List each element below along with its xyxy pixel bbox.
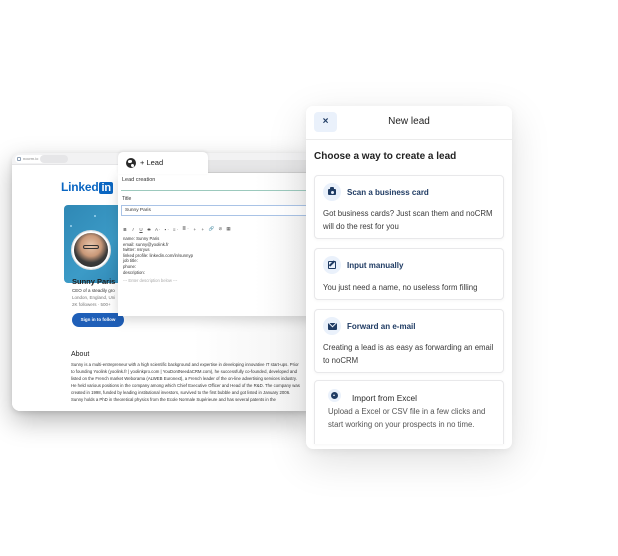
option-forward-email[interactable]: Forward an e-mail Creating a lead is as … — [314, 309, 504, 373]
indent-button[interactable]: + — [193, 227, 197, 232]
cover-dot — [94, 215, 96, 217]
description-placeholder: --- Enter description below --- — [123, 278, 178, 283]
option-icon-bg — [328, 389, 341, 402]
text-color-button[interactable]: A · — [155, 227, 161, 232]
underline-button[interactable]: U — [139, 227, 143, 232]
option-description: Upload a Excel or CSV file in a few clic… — [328, 407, 486, 429]
lead-creation-panel: Lead creation Title Sunny Paris B I U S … — [118, 173, 314, 316]
extension-tab-lead[interactable]: + Lead — [118, 152, 208, 174]
option-import-excel[interactable]: Import from Excel Upload a Excel or CSV … — [314, 380, 504, 444]
modal-subtitle: Choose a way to create a lead — [314, 151, 457, 162]
new-lead-modal: × New lead Choose a way to create a lead… — [306, 106, 512, 449]
cover-dot — [70, 225, 72, 227]
divider — [121, 190, 314, 191]
title-input[interactable]: Sunny Paris — [121, 205, 314, 216]
option-description: You just need a name, no useless form fi… — [323, 283, 478, 292]
description-editor[interactable]: name: Sunny Paris email: sunny@yoolink.f… — [123, 236, 193, 275]
modal-header: × New lead — [306, 106, 512, 140]
editor-toolbar: B I U S A · ▪ · ≡ · ≣ · + + 🔗 ⊘ ▦ — [123, 225, 230, 233]
option-icon-bg — [323, 183, 341, 201]
globe-icon — [126, 158, 136, 168]
about-text: Sunny is a multi-entrepreneur with a hig… — [71, 362, 300, 403]
browser-tab-pill[interactable] — [40, 155, 68, 163]
option-icon-bg — [323, 317, 341, 335]
italic-button[interactable]: I — [131, 227, 135, 232]
bold-button[interactable]: B — [123, 227, 127, 232]
linkedin-logo-text: Linked — [61, 180, 99, 194]
url-text: nocrm.io — [23, 156, 39, 161]
option-input-manually[interactable]: Input manually You just need a name, no … — [314, 248, 504, 300]
avatar-glasses — [83, 245, 99, 249]
title-label: Title — [122, 196, 132, 202]
link-button[interactable]: 🔗 — [209, 226, 215, 232]
profile-avatar[interactable] — [72, 231, 110, 269]
outdent-button[interactable]: + — [201, 227, 205, 232]
highlight-button[interactable]: ▪ · — [165, 227, 169, 232]
option-title: Input manually — [347, 261, 404, 270]
option-title: Forward an e-mail — [347, 322, 416, 331]
profile-followers: 2K followers · 500+ — [72, 302, 111, 307]
option-title: Scan a business card — [347, 188, 429, 197]
camera-icon — [328, 187, 336, 195]
favicon-icon — [17, 157, 21, 161]
about-heading: About — [71, 351, 90, 358]
edit-icon — [328, 261, 336, 269]
numbered-list-button[interactable]: ≣ · — [182, 226, 189, 232]
option-icon-bg — [323, 256, 341, 274]
option-scan-business-card[interactable]: Scan a business card Got business cards?… — [314, 175, 504, 239]
profile-location: London, England, Uni — [72, 295, 116, 300]
option-description: Creating a lead is as easy as forwarding… — [323, 343, 494, 365]
bullet-list-button[interactable]: ≡ · — [173, 227, 178, 232]
unlink-button[interactable]: ⊘ — [218, 226, 223, 232]
lead-creation-heading: Lead creation — [122, 177, 156, 183]
linkedin-logo-badge: in — [99, 182, 113, 194]
extension-header-strip — [208, 160, 314, 173]
extension-tab-label: + Lead — [140, 158, 164, 167]
sign-in-to-follow-button[interactable]: Sign in to follow — [72, 313, 124, 327]
option-title: Import from Excel — [352, 393, 418, 403]
option-description: Got business cards? Just scan them and n… — [323, 209, 493, 231]
envelope-icon — [327, 322, 337, 330]
upload-icon — [331, 392, 338, 399]
table-button[interactable]: ▦ — [226, 226, 230, 232]
profile-name: Sunny Paris — [72, 277, 116, 286]
profile-headline: CEO of a steadily gro — [72, 288, 115, 293]
content-line: description: — [123, 269, 145, 275]
modal-title: New lead — [388, 116, 430, 127]
linkedin-logo[interactable]: Linked in — [61, 180, 113, 194]
strikethrough-button[interactable]: S — [147, 227, 151, 232]
